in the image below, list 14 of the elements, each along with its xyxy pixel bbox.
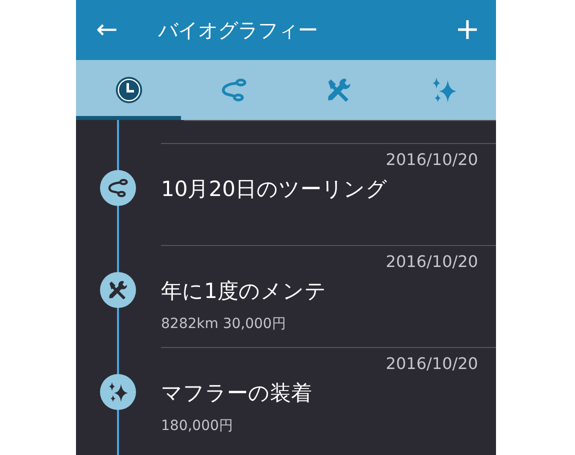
entry-title[interactable]: 10月20日のツーリング [161, 169, 496, 207]
add-button[interactable]: + [446, 15, 488, 45]
route-icon [106, 176, 130, 200]
tools-icon [106, 278, 130, 302]
entry-date: 2016/10/20 [161, 143, 496, 169]
screen-title: バイオグラフィー [158, 16, 319, 44]
entry-detail: 8282km 30,000円 [161, 315, 287, 334]
entry-date: 2016/10/20 [161, 245, 496, 271]
entry-title[interactable]: 年に1度のメンテ [161, 271, 496, 309]
entry-date: 2016/10/20 [161, 347, 496, 373]
entry-detail: 180,000円 [161, 417, 234, 436]
back-button[interactable]: ← [88, 17, 126, 43]
clock-icon [114, 75, 144, 105]
entry-title[interactable]: マフラーの装着 [161, 373, 496, 411]
